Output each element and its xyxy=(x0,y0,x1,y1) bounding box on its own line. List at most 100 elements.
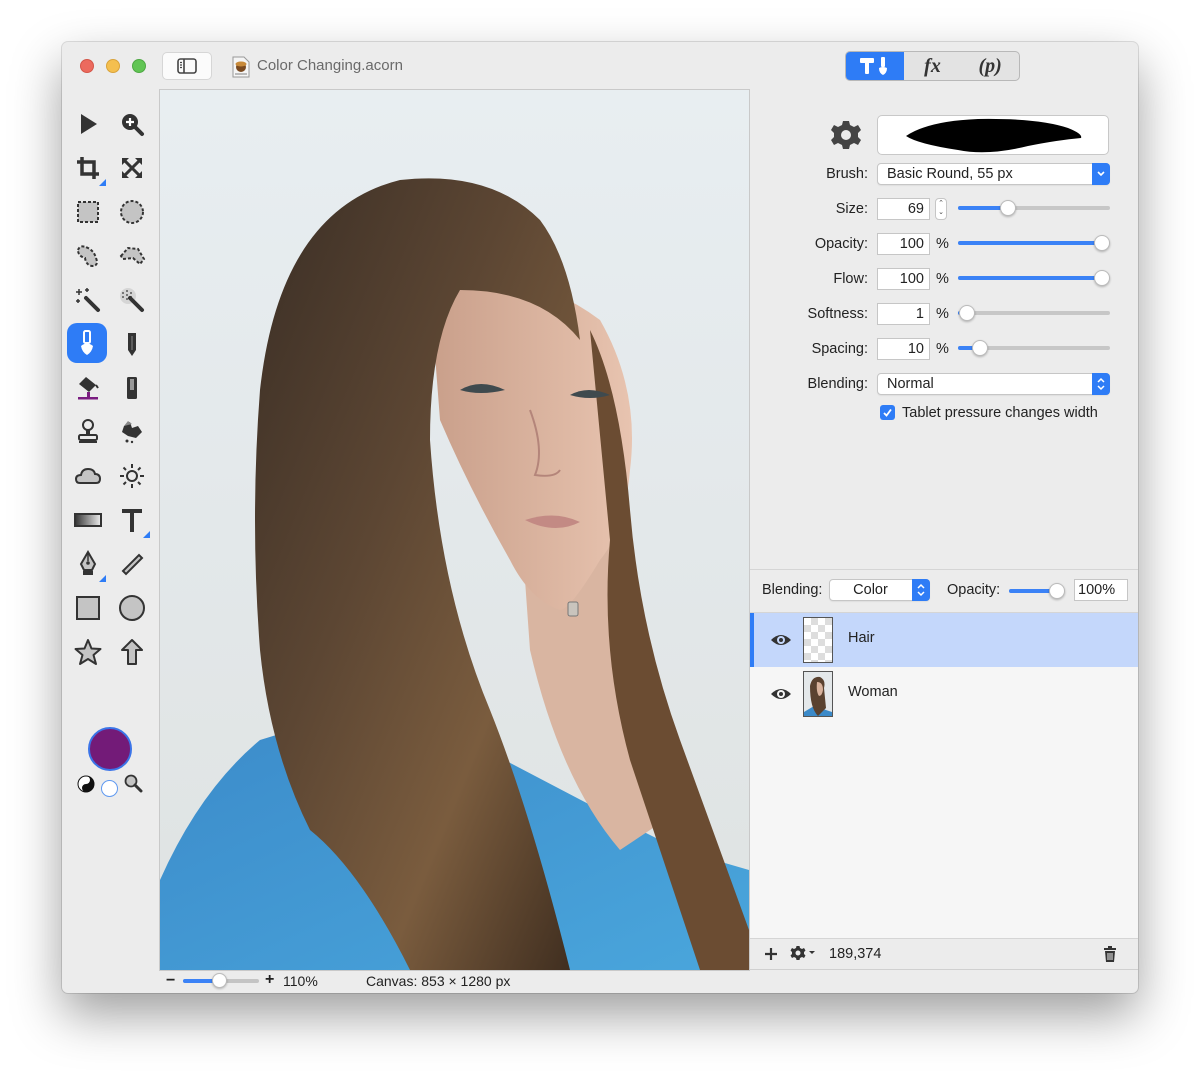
tool-zoom[interactable] xyxy=(112,104,152,144)
close-window-button[interactable] xyxy=(80,59,94,73)
tool-bezier-pen[interactable] xyxy=(68,544,108,584)
paint-bucket-icon xyxy=(78,377,99,400)
text-icon xyxy=(122,509,142,532)
inspector-mode-tabs: fx (p) xyxy=(845,51,1020,81)
tool-paint-bucket[interactable] xyxy=(68,368,108,408)
acorn-document-icon xyxy=(232,56,250,78)
slider-knob[interactable] xyxy=(1000,200,1017,216)
zoom-slider[interactable] xyxy=(183,973,259,988)
lasso-icon xyxy=(76,245,98,268)
swap-colors-icon[interactable] xyxy=(77,775,95,793)
submenu-indicator xyxy=(99,179,106,186)
brush-settings-gear-icon[interactable] xyxy=(830,119,862,151)
layer-blending-select[interactable]: Color xyxy=(829,579,930,601)
tab-properties[interactable]: (p) xyxy=(961,52,1019,80)
slider-knob[interactable] xyxy=(959,305,976,321)
tool-eraser[interactable] xyxy=(112,368,152,408)
tool-pencil[interactable] xyxy=(112,324,152,364)
tool-dodge[interactable] xyxy=(112,456,152,496)
trash-delete-layer-icon[interactable] xyxy=(1103,946,1117,962)
flow-field[interactable]: 100 xyxy=(877,268,930,290)
zoom-in-button[interactable]: + xyxy=(265,971,274,989)
layer-blending-label: Blending: xyxy=(762,582,823,598)
tool-arrow-shape[interactable] xyxy=(112,632,152,672)
rectangle-shape-icon xyxy=(76,596,100,620)
tool-select[interactable] xyxy=(68,104,108,144)
tool-brush[interactable] xyxy=(67,323,107,363)
layer-opacity-field[interactable]: 100% xyxy=(1074,579,1128,601)
line-icon xyxy=(121,553,144,576)
cursor-coordinates: 189,374 xyxy=(829,946,882,962)
slider-knob[interactable] xyxy=(971,340,988,356)
tool-oval-marquee[interactable] xyxy=(112,192,152,232)
minimize-window-button[interactable] xyxy=(106,59,120,73)
size-field[interactable]: 69 xyxy=(877,198,930,220)
zoom-in-icon xyxy=(122,114,144,136)
hammer-brush-icon xyxy=(859,57,887,75)
layer-actions-menu-button[interactable] xyxy=(790,945,816,961)
tool-line[interactable] xyxy=(112,544,152,584)
tool-text[interactable] xyxy=(112,500,152,540)
tool-burn[interactable] xyxy=(68,456,108,496)
tool-rectangle[interactable] xyxy=(68,588,108,628)
tool-transform[interactable] xyxy=(112,148,152,188)
oval-shape-icon xyxy=(119,595,145,621)
size-slider[interactable] xyxy=(958,200,1110,216)
toggle-sidebar-button[interactable] xyxy=(162,52,212,80)
brush-blending-select[interactable]: Normal xyxy=(877,373,1110,395)
layer-name: Woman xyxy=(848,684,898,700)
brush-select[interactable]: Basic Round, 55 px xyxy=(877,163,1110,185)
layer-opacity-slider[interactable] xyxy=(1009,583,1065,599)
layer-name: Hair xyxy=(848,630,875,646)
eye-visibility-icon[interactable] xyxy=(770,684,792,704)
title-bar: Color Changing.acorn fx (p) xyxy=(62,42,1138,90)
softness-slider[interactable] xyxy=(958,305,1110,321)
brush-inspector: Brush: Basic Round, 55 px Size: 69 ⌃ ⌄ Op… xyxy=(750,89,1138,569)
tool-oval[interactable] xyxy=(112,588,152,628)
slider-knob[interactable] xyxy=(1049,583,1065,599)
zoom-level: 110% xyxy=(283,973,318,989)
layer-row-hair[interactable]: Hair xyxy=(750,613,1138,667)
background-color-well[interactable] xyxy=(101,780,118,797)
tool-magic-wand[interactable] xyxy=(68,280,108,320)
zoom-out-button[interactable]: − xyxy=(166,972,175,990)
pen-nib-icon xyxy=(79,550,97,575)
foreground-color-well[interactable] xyxy=(88,727,132,771)
tablet-pressure-label: Tablet pressure changes width xyxy=(902,405,1098,421)
eye-visibility-icon[interactable] xyxy=(770,630,792,650)
transform-arrows-icon xyxy=(121,157,143,179)
submenu-indicator xyxy=(143,531,150,538)
tool-rect-marquee[interactable] xyxy=(68,192,108,232)
slider-knob[interactable] xyxy=(1094,270,1110,286)
tool-lasso[interactable] xyxy=(68,236,108,276)
tool-gradient[interactable] xyxy=(68,500,108,540)
paintbrush-icon xyxy=(81,330,93,355)
spacing-slider[interactable] xyxy=(958,340,1110,356)
layer-row-woman[interactable]: Woman xyxy=(750,667,1138,721)
tab-fx[interactable]: fx xyxy=(904,52,962,80)
size-stepper[interactable]: ⌃ ⌄ xyxy=(935,198,947,220)
tool-crop[interactable] xyxy=(68,148,108,188)
softness-field[interactable]: 1 xyxy=(877,303,930,325)
tool-star[interactable] xyxy=(68,632,108,672)
image-canvas[interactable] xyxy=(159,89,750,971)
tool-instant-alpha[interactable] xyxy=(112,280,152,320)
instant-alpha-icon xyxy=(120,288,144,312)
layer-thumbnail-transparent xyxy=(803,617,833,663)
up-down-chevron-icon xyxy=(1092,373,1110,395)
tool-smudge[interactable] xyxy=(112,412,152,452)
color-picker-magnifier-icon[interactable] xyxy=(123,773,143,793)
tablet-pressure-checkbox[interactable] xyxy=(880,405,895,420)
opacity-field[interactable]: 100 xyxy=(877,233,930,255)
slider-knob[interactable] xyxy=(1094,235,1110,251)
layer-thumbnail-photo xyxy=(803,671,833,717)
add-layer-plus-icon[interactable] xyxy=(764,947,778,961)
zoom-window-button[interactable] xyxy=(132,59,146,73)
tab-tools[interactable] xyxy=(846,52,904,80)
flow-slider[interactable] xyxy=(958,270,1110,286)
tool-polygon-lasso[interactable] xyxy=(112,236,152,276)
tool-clone-stamp[interactable] xyxy=(68,412,108,452)
spacing-field[interactable]: 10 xyxy=(877,338,930,360)
opacity-slider[interactable] xyxy=(958,235,1110,251)
zoom-slider-knob[interactable] xyxy=(211,973,227,988)
